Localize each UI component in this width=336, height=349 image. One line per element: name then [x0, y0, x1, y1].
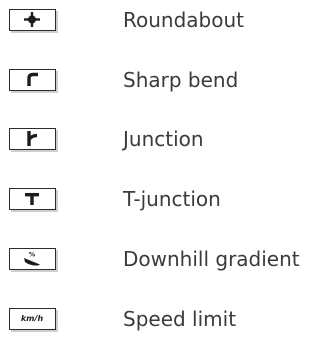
- legend-label: T-junction: [123, 187, 221, 211]
- sharp-bend-icon: [9, 69, 56, 91]
- legend-label: Speed limit: [123, 307, 237, 331]
- legend-item-junction: Junction: [0, 121, 336, 161]
- speed-limit-icon: km/h: [9, 308, 56, 330]
- legend-item-t-junction: T-junction: [0, 181, 336, 221]
- legend-item-speed-limit: km/h Speed limit: [0, 301, 336, 341]
- road-sign-legend: Roundabout Sharp bend Junction T-junctio…: [0, 0, 336, 349]
- t-junction-icon: [9, 188, 56, 210]
- junction-icon: [9, 128, 56, 150]
- legend-label: Sharp bend: [123, 68, 239, 92]
- legend-label: Downhill gradient: [123, 247, 300, 271]
- downhill-gradient-percent: %: [29, 251, 36, 259]
- legend-item-roundabout: Roundabout: [0, 2, 336, 42]
- legend-label: Roundabout: [123, 8, 244, 32]
- speed-limit-unit: km/h: [20, 314, 44, 323]
- roundabout-icon: [9, 9, 56, 31]
- legend-label: Junction: [123, 127, 204, 151]
- downhill-gradient-icon: %: [9, 248, 56, 270]
- legend-item-downhill-gradient: % Downhill gradient: [0, 241, 336, 281]
- legend-item-sharp-bend: Sharp bend: [0, 62, 336, 102]
